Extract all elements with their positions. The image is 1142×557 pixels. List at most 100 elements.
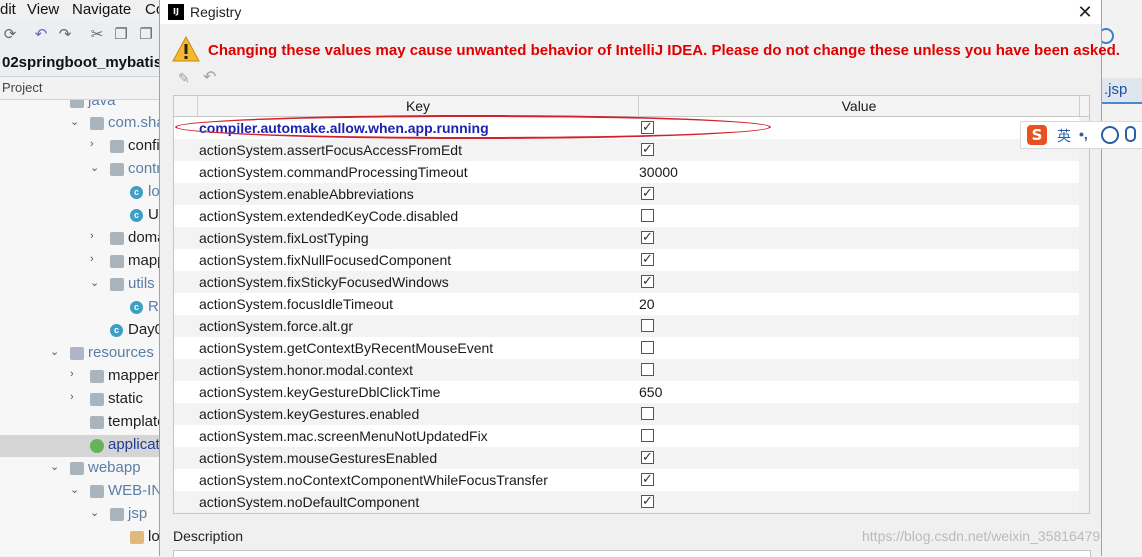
chevron-right-icon[interactable]: › bbox=[90, 253, 102, 265]
table-row[interactable]: actionSystem.fixStickyFocusedWindows ✓ bbox=[174, 271, 1079, 293]
edit-icon[interactable]: ✎ bbox=[178, 70, 194, 86]
table-scrollbar[interactable] bbox=[1079, 117, 1089, 513]
table-row[interactable]: actionSystem.noDefaultComponent ✓ bbox=[174, 491, 1079, 513]
chevron-down-icon[interactable]: ⌄ bbox=[50, 460, 62, 473]
chevron-down-icon[interactable]: ⌄ bbox=[70, 483, 82, 496]
table-row[interactable]: actionSystem.honor.modal.context bbox=[174, 359, 1079, 381]
package-icon bbox=[110, 278, 124, 291]
table-row[interactable]: actionSystem.fixLostTyping ✓ bbox=[174, 227, 1079, 249]
checkbox-unchecked[interactable] bbox=[641, 209, 654, 222]
registry-value[interactable]: 20 bbox=[639, 296, 655, 312]
tree-item[interactable]: ›domain bbox=[0, 228, 170, 250]
table-row[interactable]: actionSystem.commandProcessingTimeout 300… bbox=[174, 161, 1079, 183]
emoji-icon[interactable] bbox=[1101, 126, 1119, 144]
checkbox-checked[interactable]: ✓ bbox=[641, 229, 654, 244]
tree-item[interactable]: ⌄ com.shan bbox=[0, 113, 170, 135]
tree-item[interactable]: templates bbox=[0, 412, 170, 434]
checkbox-checked[interactable]: ✓ bbox=[641, 273, 654, 288]
table-row[interactable]: actionSystem.focusIdleTimeout 20 bbox=[174, 293, 1079, 315]
copy-icon[interactable]: ❐ bbox=[112, 26, 130, 44]
checkbox-checked[interactable]: ✓ bbox=[641, 119, 654, 134]
tree-item[interactable]: cDay02s bbox=[0, 320, 170, 342]
table-row[interactable]: actionSystem.force.alt.gr bbox=[174, 315, 1079, 337]
revert-icon[interactable]: ↶ bbox=[203, 70, 219, 86]
tree-item[interactable]: cUser bbox=[0, 205, 170, 227]
registry-key: actionSystem.enableAbbreviations bbox=[199, 186, 414, 202]
editor-tab-jsp[interactable]: .jsp bbox=[1100, 78, 1142, 104]
table-row[interactable]: actionSystem.noContextComponentWhileFocu… bbox=[174, 469, 1079, 491]
registry-value[interactable]: 650 bbox=[639, 384, 662, 400]
tree-item[interactable]: clogi bbox=[0, 182, 170, 204]
cut-icon[interactable]: ✂ bbox=[88, 26, 106, 44]
checkbox-unchecked[interactable] bbox=[641, 319, 654, 332]
column-header-value[interactable]: Value bbox=[639, 96, 1080, 116]
microphone-icon[interactable] bbox=[1125, 126, 1136, 142]
registry-value[interactable]: 30000 bbox=[639, 164, 678, 180]
chevron-right-icon[interactable]: › bbox=[70, 368, 82, 380]
table-row[interactable]: actionSystem.enableAbbreviations ✓ bbox=[174, 183, 1079, 205]
close-button[interactable]: ✕ bbox=[1070, 0, 1100, 24]
checkbox-unchecked[interactable] bbox=[641, 341, 654, 354]
tree-item[interactable]: cR bbox=[0, 297, 170, 319]
table-row[interactable]: actionSystem.getContextByRecentMouseEven… bbox=[174, 337, 1079, 359]
tree-item[interactable]: ⌄ jsp bbox=[0, 504, 170, 526]
checkbox-unchecked[interactable] bbox=[641, 429, 654, 442]
tree-item[interactable]: › mappe bbox=[0, 251, 170, 273]
table-row[interactable]: actionSystem.mac.screenMenuNotUpdatedFix bbox=[174, 425, 1079, 447]
tree-item[interactable]: logi bbox=[0, 527, 170, 549]
checkbox-unchecked[interactable] bbox=[641, 363, 654, 376]
registry-key: actionSystem.keyGestures.enabled bbox=[199, 406, 420, 422]
tree-item[interactable]: ⌄ utils bbox=[0, 274, 170, 296]
checkbox-checked[interactable]: ✓ bbox=[641, 141, 654, 156]
table-row[interactable]: actionSystem.mouseGesturesEnabled ✓ bbox=[174, 447, 1079, 469]
chevron-down-icon[interactable]: ⌄ bbox=[90, 506, 102, 519]
chevron-right-icon[interactable]: › bbox=[90, 138, 102, 150]
tree-item[interactable]: ⌄ WEB-INF bbox=[0, 481, 170, 503]
table-row[interactable]: actionSystem.extendedKeyCode.disabled bbox=[174, 205, 1079, 227]
chevron-down-icon[interactable]: ⌄ bbox=[90, 276, 102, 289]
project-tab-label: Project bbox=[2, 80, 43, 95]
chevron-down-icon[interactable]: ⌄ bbox=[50, 345, 62, 358]
chevron-down-icon[interactable]: ⌄ bbox=[90, 161, 102, 174]
class-icon: c bbox=[110, 324, 123, 337]
tree-item-label: R bbox=[148, 298, 159, 315]
forward-icon[interactable]: ↷ bbox=[56, 26, 74, 44]
checkbox-checked[interactable]: ✓ bbox=[641, 185, 654, 200]
table-row[interactable]: actionSystem.keyGestureDblClickTime 650 bbox=[174, 381, 1079, 403]
tree-item[interactable]: ⌄ control bbox=[0, 159, 170, 181]
project-tool-window-header[interactable]: Project bbox=[0, 77, 170, 100]
ime-punctuation-toggle[interactable]: •, bbox=[1079, 126, 1088, 142]
menu-view[interactable]: View bbox=[27, 1, 59, 18]
intellij-logo-icon: IJ bbox=[168, 4, 184, 20]
tree-item[interactable]: › config bbox=[0, 136, 170, 158]
table-row[interactable]: actionSystem.assertFocusAccessFromEdt ✓ bbox=[174, 139, 1079, 161]
back-icon[interactable]: ↶ bbox=[32, 26, 50, 44]
ime-language-toggle[interactable]: 英 bbox=[1057, 126, 1071, 146]
checkbox-checked[interactable]: ✓ bbox=[641, 493, 654, 508]
sogou-logo-icon[interactable]: S bbox=[1027, 125, 1047, 145]
paste-icon[interactable]: ❐ bbox=[137, 26, 155, 44]
menu-navigate[interactable]: Navigate bbox=[72, 1, 131, 18]
package-icon bbox=[110, 140, 124, 153]
tree-item[interactable]: › static bbox=[0, 389, 170, 411]
checkbox-unchecked[interactable] bbox=[641, 407, 654, 420]
registry-key: compiler.automake.allow.when.app.running bbox=[199, 120, 489, 136]
tree-item[interactable]: applicatio bbox=[0, 435, 170, 457]
tree-item[interactable]: ⌄ webapp bbox=[0, 458, 170, 480]
column-header-key[interactable]: Key bbox=[198, 96, 639, 116]
sync-icon[interactable]: ⟳ bbox=[1, 26, 19, 44]
checkbox-checked[interactable]: ✓ bbox=[641, 449, 654, 464]
chevron-right-icon[interactable]: › bbox=[70, 391, 82, 403]
table-row[interactable]: actionSystem.fixNullFocusedComponent ✓ bbox=[174, 249, 1079, 271]
chevron-down-icon[interactable]: ⌄ bbox=[70, 115, 82, 128]
tree-item[interactable]: ⌄ resources bbox=[0, 343, 170, 365]
chevron-right-icon[interactable]: › bbox=[90, 230, 102, 242]
menu-edit[interactable]: dit bbox=[0, 1, 16, 18]
checkbox-checked[interactable]: ✓ bbox=[641, 251, 654, 266]
watermark: https://blog.csdn.net/weixin_35816479 bbox=[862, 528, 1101, 544]
table-row[interactable]: compiler.automake.allow.when.app.running… bbox=[174, 117, 1079, 139]
tree-item[interactable]: java bbox=[0, 100, 170, 113]
checkbox-checked[interactable]: ✓ bbox=[641, 471, 654, 486]
table-row[interactable]: actionSystem.keyGestures.enabled bbox=[174, 403, 1079, 425]
tree-item[interactable]: › mapper bbox=[0, 366, 170, 388]
